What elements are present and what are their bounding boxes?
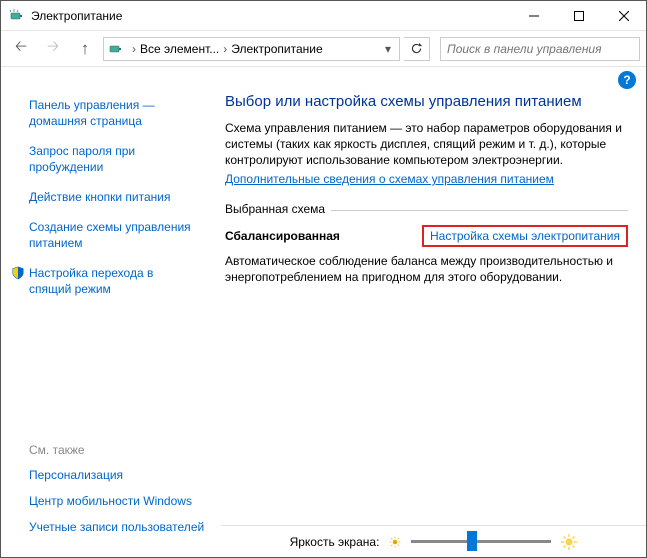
main-content: Выбор или настройка схемы управления пит…	[201, 93, 646, 461]
sidebar-link-password[interactable]: Запрос пароля при пробуждении	[29, 143, 191, 175]
back-button[interactable]: 🡠	[7, 36, 35, 62]
sun-low-icon	[389, 536, 401, 548]
battery-icon	[9, 8, 25, 24]
footer-link-mobility[interactable]: Центр мобильности Windows	[29, 493, 229, 509]
see-also-section: См. также Персонализация Центр мобильнос…	[29, 443, 229, 545]
page-heading: Выбор или настройка схемы управления пит…	[225, 93, 628, 110]
sidebar-link-button-action[interactable]: Действие кнопки питания	[29, 189, 191, 205]
footer-link-personalization[interactable]: Персонализация	[29, 467, 229, 483]
close-button[interactable]	[601, 1, 646, 30]
sidebar-link-create-plan[interactable]: Создание схемы управления питанием	[29, 219, 191, 251]
breadcrumb-part[interactable]: Электропитание	[231, 42, 322, 56]
brightness-bar: Яркость экрана:	[221, 525, 646, 557]
plan-description: Автоматическое соблюдение баланса между …	[225, 253, 628, 285]
sun-high-icon	[561, 534, 577, 550]
title-bar: Электропитание	[1, 1, 646, 31]
page-description: Схема управления питанием — это набор па…	[225, 120, 628, 168]
window-title: Электропитание	[31, 9, 511, 23]
footer-link-accounts[interactable]: Учетные записи пользователей	[29, 519, 229, 535]
address-bar[interactable]: › Все элемент... › Электропитание ▾	[103, 37, 400, 61]
forward-button[interactable]: 🡢	[39, 36, 67, 62]
minimize-button[interactable]	[511, 1, 556, 30]
brightness-label: Яркость экрана:	[290, 535, 380, 549]
navigation-bar: 🡠 🡢 ↑ › Все элемент... › Электропитание …	[1, 31, 646, 67]
selected-plan-group: Выбранная схема Сбалансированная Настрой…	[225, 210, 628, 285]
chevron-right-icon: ›	[132, 42, 136, 56]
group-label: Выбранная схема	[225, 202, 331, 216]
plan-name: Сбалансированная	[225, 229, 422, 243]
sidebar-link-sleep[interactable]: Настройка перехода в спящий режим	[29, 265, 191, 297]
up-button[interactable]: ↑	[71, 36, 99, 62]
maximize-button[interactable]	[556, 1, 601, 30]
shield-icon	[11, 266, 25, 280]
refresh-button[interactable]	[404, 37, 430, 61]
brightness-slider[interactable]	[411, 540, 551, 543]
search-input[interactable]	[447, 42, 633, 56]
power-icon	[108, 41, 124, 57]
more-info-link[interactable]: Дополнительные сведения о схемах управле…	[225, 172, 554, 186]
plan-settings-link[interactable]: Настройка схемы электропитания	[422, 225, 628, 247]
slider-thumb[interactable]	[467, 531, 477, 551]
see-also-label: См. также	[29, 443, 229, 457]
address-dropdown-icon[interactable]: ▾	[381, 42, 395, 56]
help-icon[interactable]: ?	[618, 71, 636, 89]
sidebar: Панель управления — домашняя страница За…	[1, 93, 201, 461]
breadcrumb-part[interactable]: Все элемент...	[140, 42, 219, 56]
search-box[interactable]	[440, 37, 640, 61]
window-controls	[511, 1, 646, 30]
help-row: ?	[1, 67, 646, 93]
sidebar-link-home[interactable]: Панель управления — домашняя страница	[29, 97, 191, 129]
chevron-right-icon: ›	[223, 42, 227, 56]
